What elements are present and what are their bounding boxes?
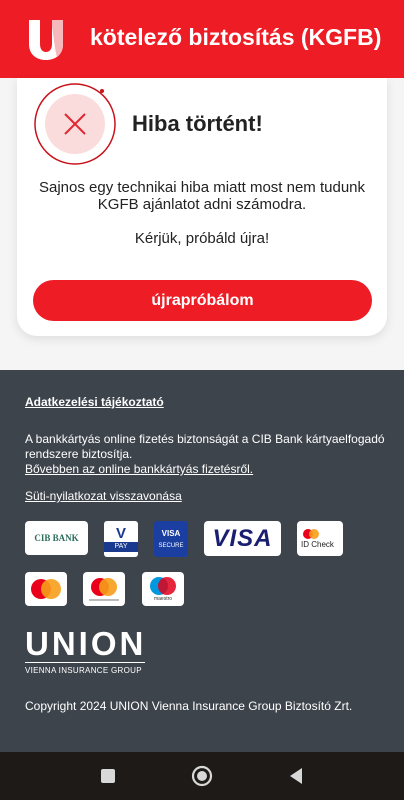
retry-prompt: Kérjük, próbáld újra! [134, 230, 270, 247]
visa-secure-logo: VISA SECURE [154, 521, 188, 557]
privacy-link[interactable]: Adatkezelési tájékoztató [25, 395, 164, 409]
app-header: kötelező biztosítás (KGFB) [0, 0, 404, 78]
mastercard-secure-logo [83, 572, 125, 606]
error-title: Hiba történt! [132, 111, 263, 136]
error-card: Hiba történt! Sajnos egy technikai hiba … [17, 78, 387, 336]
error-message: Sajnos egy technikai hiba miatt most nem… [39, 179, 366, 213]
id-check-label: ID Check [301, 540, 334, 549]
security-text: A bankkártyás online fizetés biztonságát… [25, 432, 385, 461]
copyright-text: Copyright 2024 UNION Vienna Insurance Gr… [25, 699, 353, 713]
vpay-label: PAY [104, 542, 138, 552]
mastercard-secure-icon [91, 578, 117, 596]
visa-logo: VISA [204, 521, 281, 556]
cib-bank-label: CIB BANK [34, 533, 79, 543]
visa-label: VISA [212, 524, 273, 552]
cookie-withdraw-link[interactable]: Süti-nyilatkozat visszavonása [25, 489, 182, 503]
brand-divider [25, 662, 145, 663]
vpay-logo: V PAY [104, 521, 138, 557]
recents-button[interactable] [96, 764, 120, 788]
triangle-back-icon [290, 768, 302, 784]
vpay-letter: V [115, 525, 126, 542]
system-navbar [0, 752, 404, 800]
mastercard-icon [31, 579, 61, 599]
main-content: Hiba történt! Sajnos egy technikai hiba … [0, 78, 404, 370]
union-tagline: VIENNA INSURANCE GROUP [25, 666, 142, 675]
footer: Adatkezelési tájékoztató A bankkártyás o… [0, 370, 404, 752]
union-logo-icon [29, 20, 63, 60]
cib-bank-logo: CIB BANK [25, 521, 88, 555]
visa-secure-label: SECURE [158, 543, 184, 549]
mastercard-small-icon [303, 529, 319, 539]
home-button[interactable] [190, 764, 214, 788]
maestro-icon [150, 577, 176, 595]
union-wordmark: UNION [25, 625, 147, 662]
union-brand-logo: UNION VIENNA INSURANCE GROUP [25, 625, 150, 675]
back-button[interactable] [284, 764, 308, 788]
mastercard-logo [25, 572, 67, 606]
maestro-logo: maestro [142, 572, 184, 606]
payment-security-text: A bankkártyás online fizetés biztonságát… [25, 432, 385, 477]
visa-secure-brand: VISA [161, 529, 181, 538]
more-info-link[interactable]: Bővebben az online bankkártyás fizetésrő… [25, 462, 253, 476]
circle-home-icon [191, 765, 213, 787]
error-x-icon [34, 83, 116, 165]
retry-button[interactable]: újrapróbálom [33, 280, 372, 321]
id-check-logo: ID Check [297, 521, 343, 556]
page-title: kötelező biztosítás (KGFB) [90, 24, 382, 50]
secure-caption [89, 599, 119, 601]
maestro-label: maestro [153, 596, 173, 602]
square-recents-icon [101, 769, 115, 783]
